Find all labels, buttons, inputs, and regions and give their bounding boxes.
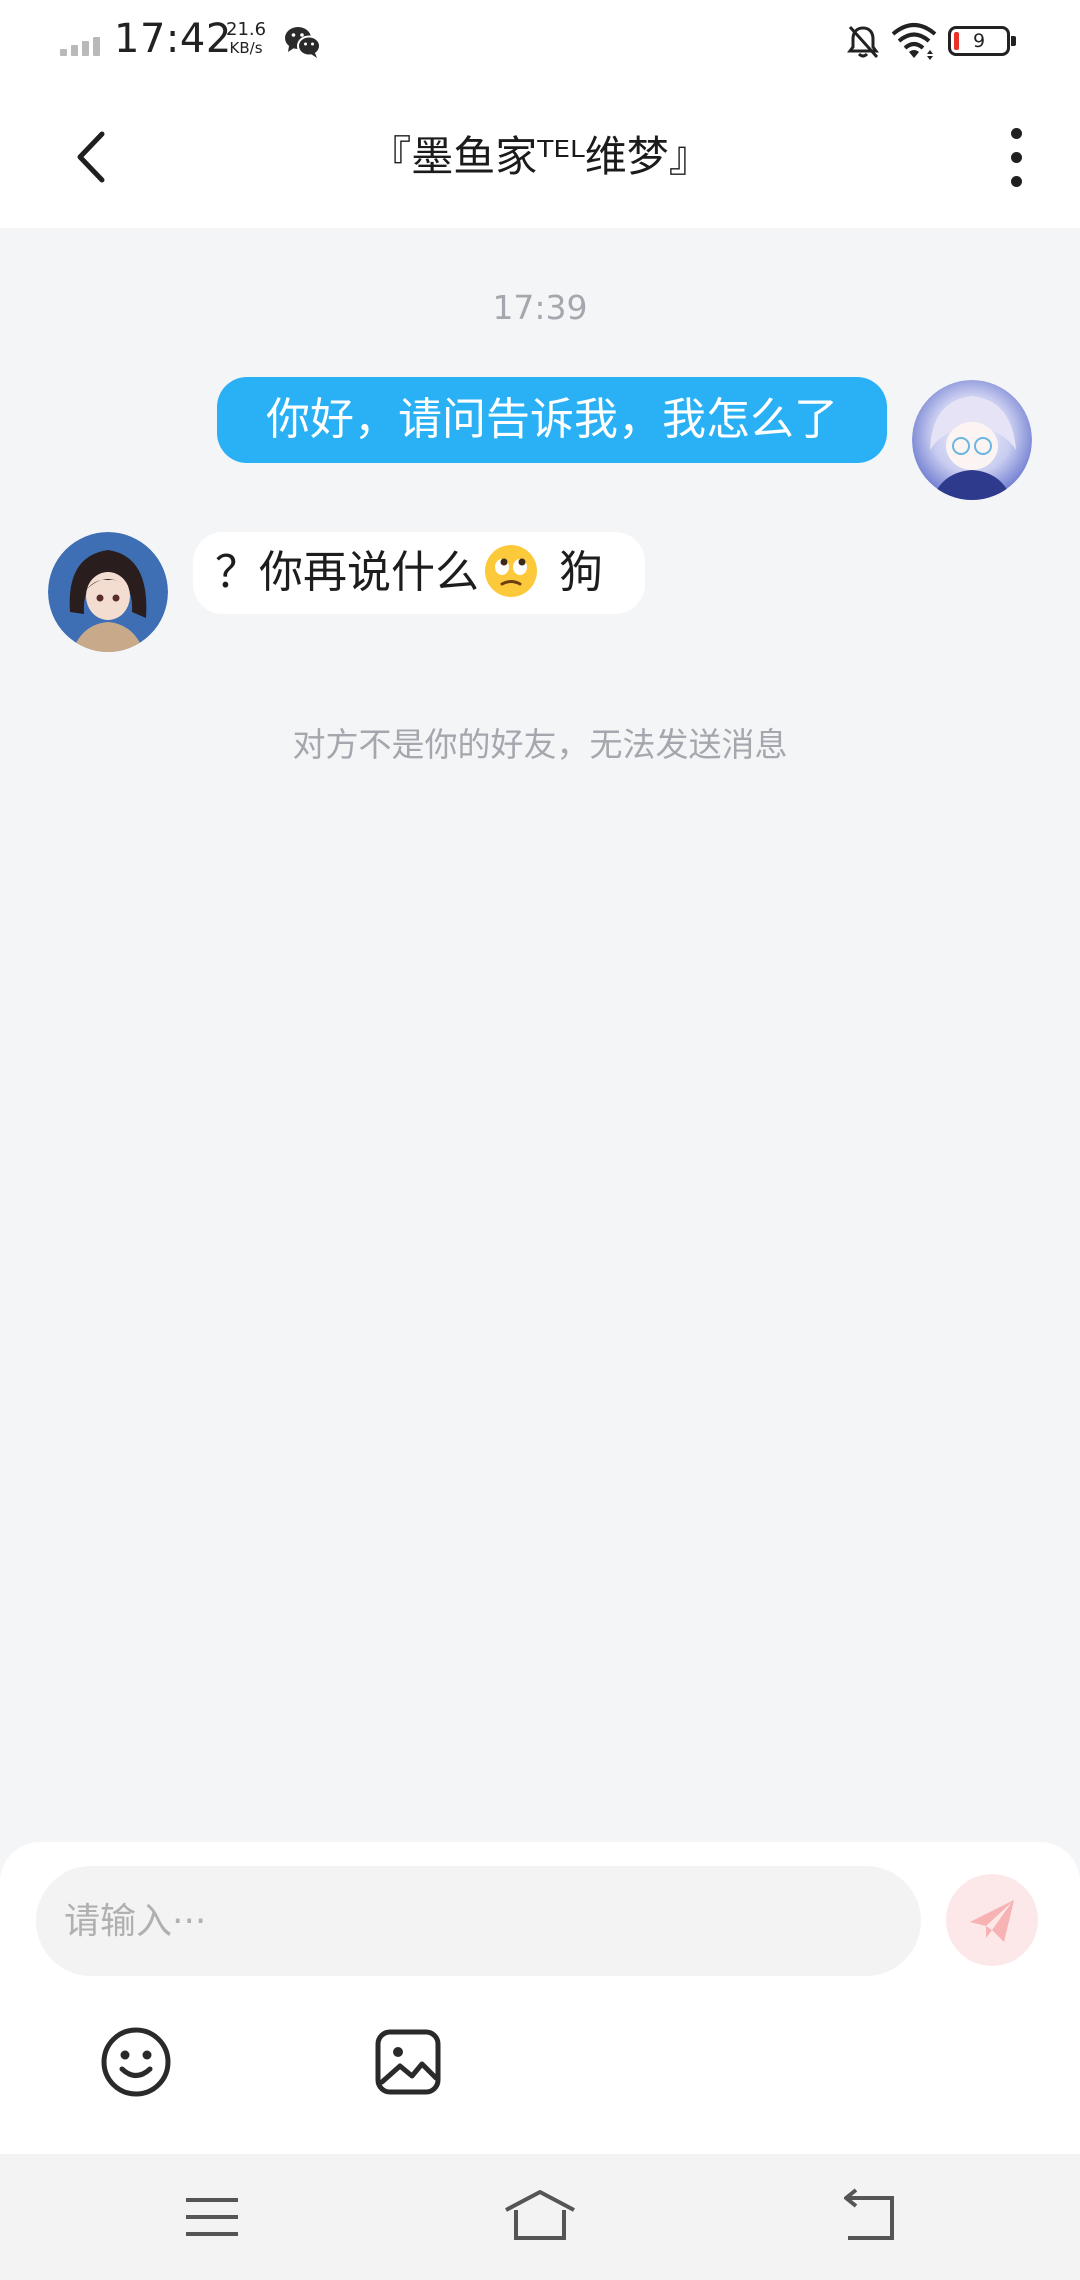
wechat-icon	[285, 27, 321, 58]
home-icon[interactable]	[500, 2184, 580, 2250]
status-bar: 17:42 21.6 KB/s 9	[0, 0, 1080, 86]
network-speed-value: 21.6	[226, 19, 267, 40]
send-button[interactable]	[946, 1874, 1038, 1966]
chat-screen: 17:42 21.6 KB/s 9 『墨鱼家ᵀᴱᴸ维梦』 17:39 你好，请问…	[0, 0, 1080, 2280]
chat-title: 『墨鱼家ᵀᴱᴸ维梦』	[369, 132, 711, 181]
battery-icon: 9	[948, 26, 1016, 56]
incoming-message-text-tail: 狗	[545, 547, 603, 598]
system-notice: 对方不是你的好友，无法发送消息	[292, 725, 788, 764]
outgoing-message-bubble[interactable]: 你好，请问告诉我，我怎么了	[217, 377, 887, 463]
recent-apps-icon[interactable]	[172, 2184, 252, 2250]
nav-back-icon[interactable]	[830, 2184, 910, 2250]
system-nav-bar	[0, 2154, 1080, 2280]
network-speed: 21.6 KB/s	[226, 20, 266, 58]
signal-icon	[60, 34, 104, 56]
battery-level: 9	[972, 30, 986, 52]
status-time: 17:42	[114, 16, 232, 62]
wifi-icon	[891, 23, 937, 60]
more-options-button[interactable]	[996, 126, 1036, 190]
input-panel	[0, 1842, 1080, 2154]
incoming-message-bubble[interactable]: ？你再说什么 狗	[193, 532, 645, 614]
incoming-message-text: ？你再说什么	[215, 547, 479, 598]
chat-header: 『墨鱼家ᵀᴱᴸ维梦』	[0, 86, 1080, 228]
contact-avatar[interactable]	[48, 532, 168, 652]
message-input[interactable]	[36, 1866, 921, 1976]
mute-bell-icon	[847, 25, 879, 59]
back-button[interactable]	[60, 122, 130, 192]
my-avatar[interactable]	[912, 380, 1032, 500]
network-speed-unit: KB/s	[229, 39, 263, 57]
message-timestamp: 17:39	[492, 288, 588, 327]
eye-roll-emoji	[485, 545, 537, 597]
emoji-picker-icon[interactable]	[96, 2022, 176, 2102]
image-picker-icon[interactable]	[368, 2022, 448, 2102]
